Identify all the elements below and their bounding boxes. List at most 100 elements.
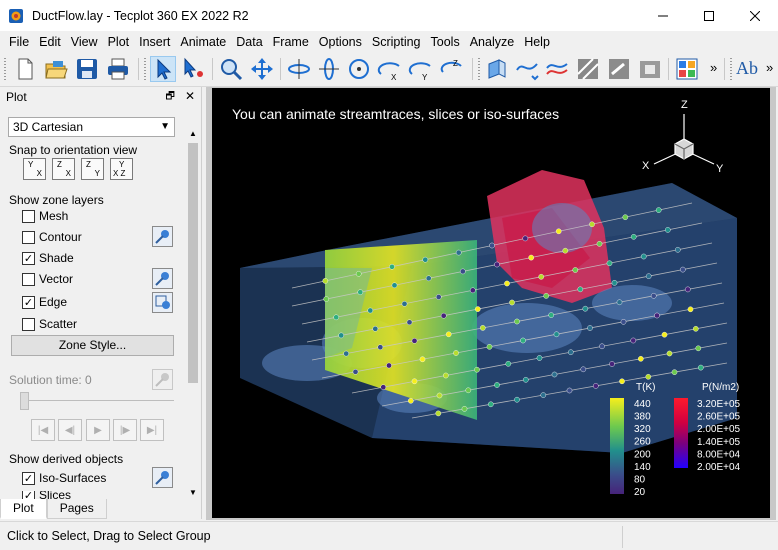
snap-xz-button[interactable]: Z X xyxy=(52,158,75,180)
tab-pages[interactable]: Pages xyxy=(46,499,107,519)
close-panel-icon[interactable]: ✕ xyxy=(185,89,195,106)
panel-scrollbar[interactable]: ▲ ▼ xyxy=(186,127,199,499)
menu-help[interactable]: Help xyxy=(519,35,555,49)
menu-insert[interactable]: Insert xyxy=(134,35,175,49)
adjustor-tool-button[interactable] xyxy=(180,56,206,82)
zone-tool-button[interactable] xyxy=(637,56,663,82)
vector-details-button[interactable] xyxy=(152,268,173,289)
time-slider-track[interactable] xyxy=(22,400,174,401)
menu-plot[interactable]: Plot xyxy=(103,35,135,49)
layer-scatter-row[interactable]: Scatter xyxy=(22,316,77,332)
menu-data[interactable]: Data xyxy=(231,35,267,49)
zone-style-button[interactable]: Zone Style... xyxy=(11,335,174,356)
scrollbar-thumb[interactable] xyxy=(188,143,198,383)
color-map-button[interactable] xyxy=(674,56,700,82)
next-step-button[interactable]: |▶ xyxy=(113,419,137,441)
toolbar-grip[interactable] xyxy=(4,58,6,80)
slices-checkbox[interactable]: ✓ xyxy=(22,491,35,499)
maximize-button[interactable] xyxy=(686,0,732,31)
derived-slices-row[interactable]: ✓ Slices xyxy=(22,491,71,499)
minimize-button[interactable] xyxy=(640,0,686,31)
slice-tool-button[interactable] xyxy=(484,56,510,82)
zoom-button[interactable] xyxy=(218,56,244,82)
last-step-button[interactable]: ▶| xyxy=(140,419,164,441)
snap-xy-button[interactable]: Y X xyxy=(23,158,46,180)
layer-vector-row[interactable]: Vector xyxy=(22,271,73,287)
streamtrace-particle xyxy=(599,343,605,350)
shade-checkbox[interactable]: ✓ xyxy=(22,251,35,265)
pressure-legend-tick-label: 2.60E+05 xyxy=(697,412,741,423)
rotate-zaxis-button[interactable]: Z xyxy=(439,56,465,82)
derived-iso-row[interactable]: ✓ Iso-Surfaces xyxy=(22,470,106,486)
play-button[interactable]: ▶ xyxy=(86,419,110,441)
rotate-y-button[interactable] xyxy=(316,56,342,82)
text-tool-button[interactable]: Ab xyxy=(736,58,758,79)
layer-mesh-row[interactable]: Mesh xyxy=(22,208,68,224)
print-button[interactable] xyxy=(105,56,131,82)
snap-yz-button[interactable]: Z Y xyxy=(81,158,104,180)
first-step-button[interactable]: |◀ xyxy=(31,419,55,441)
toolbar-grip-4[interactable] xyxy=(730,58,732,80)
edge-details-button[interactable] xyxy=(152,292,173,313)
toolbar-grip-2[interactable] xyxy=(144,58,146,80)
menu-tools[interactable]: Tools xyxy=(426,35,465,49)
menu-frame[interactable]: Frame xyxy=(268,35,314,49)
menu-animate[interactable]: Animate xyxy=(175,35,231,49)
menu-scripting[interactable]: Scripting xyxy=(367,35,426,49)
edge-checkbox[interactable]: ✓ xyxy=(22,295,35,309)
toolbar-overflow-chevron-2[interactable]: » xyxy=(766,60,773,75)
streamtrace-particle xyxy=(436,392,443,399)
open-button[interactable] xyxy=(43,56,69,82)
plot-type-dropdown[interactable]: 3D Cartesian ▼ xyxy=(8,117,175,137)
vector-checkbox[interactable] xyxy=(22,272,35,286)
menu-file[interactable]: File xyxy=(4,35,34,49)
streamtrace-particle xyxy=(509,299,515,306)
scatter-checkbox[interactable] xyxy=(22,317,35,331)
streamtrace-particle xyxy=(465,387,472,394)
streamtrace-rake-button[interactable] xyxy=(544,56,570,82)
iso-details-button[interactable] xyxy=(152,467,173,488)
new-button[interactable] xyxy=(12,56,38,82)
menu-view[interactable]: View xyxy=(66,35,103,49)
layer-contour-row[interactable]: Contour xyxy=(22,229,82,245)
toolbar-overflow-chevron[interactable]: » xyxy=(710,60,717,75)
plot-viewport[interactable]: You can animate streamtraces, slices or … xyxy=(212,88,770,518)
rotate-x-button[interactable] xyxy=(286,56,312,82)
scroll-down-icon[interactable]: ▼ xyxy=(189,488,197,497)
contour-details-button[interactable] xyxy=(152,226,173,247)
translate-button[interactable] xyxy=(249,56,275,82)
time-slider-thumb[interactable] xyxy=(20,392,29,410)
iso-surfaces-checkbox[interactable]: ✓ xyxy=(22,471,35,485)
probe-icon xyxy=(609,59,629,79)
float-panel-icon[interactable]: 🗗 xyxy=(166,89,175,106)
menu-edit[interactable]: Edit xyxy=(34,35,66,49)
plot-canvas[interactable]: You can animate streamtraces, slices or … xyxy=(212,88,770,518)
streamtrace-particle xyxy=(671,369,678,376)
probe-tool-button[interactable] xyxy=(606,56,632,82)
panel-tabs: Plot Pages xyxy=(0,499,107,519)
toolbar-grip-3[interactable] xyxy=(478,58,480,80)
prev-step-button[interactable]: ◀| xyxy=(58,419,82,441)
gear-icon xyxy=(155,230,169,244)
streamtrace-particle xyxy=(422,256,429,263)
snap-3d-button[interactable]: Y X Z xyxy=(110,158,133,180)
solution-time-details-button[interactable] xyxy=(152,369,173,390)
menu-analyze[interactable]: Analyze xyxy=(465,35,519,49)
layer-edge-row[interactable]: ✓ Edge xyxy=(22,294,67,310)
rotate-xaxis-button[interactable]: X xyxy=(377,56,403,82)
contour-tool-button[interactable] xyxy=(575,56,601,82)
tab-plot[interactable]: Plot xyxy=(0,499,47,519)
select-tool-button[interactable] xyxy=(150,56,176,82)
streamtrace-tool-button[interactable] xyxy=(514,56,540,82)
scroll-up-icon[interactable]: ▲ xyxy=(189,129,197,138)
rotate-yaxis-button[interactable]: Y xyxy=(408,56,434,82)
save-button[interactable] xyxy=(74,56,100,82)
mesh-checkbox[interactable] xyxy=(22,209,35,223)
close-window-button[interactable] xyxy=(732,0,778,31)
svg-text:Z: Z xyxy=(453,59,458,68)
menu-options[interactable]: Options xyxy=(314,35,367,49)
spherical-rotate-button[interactable] xyxy=(346,56,372,82)
layer-shade-row[interactable]: ✓ Shade xyxy=(22,250,74,266)
contour-checkbox[interactable] xyxy=(22,230,35,244)
derived-label: Iso-Surfaces xyxy=(39,471,107,485)
